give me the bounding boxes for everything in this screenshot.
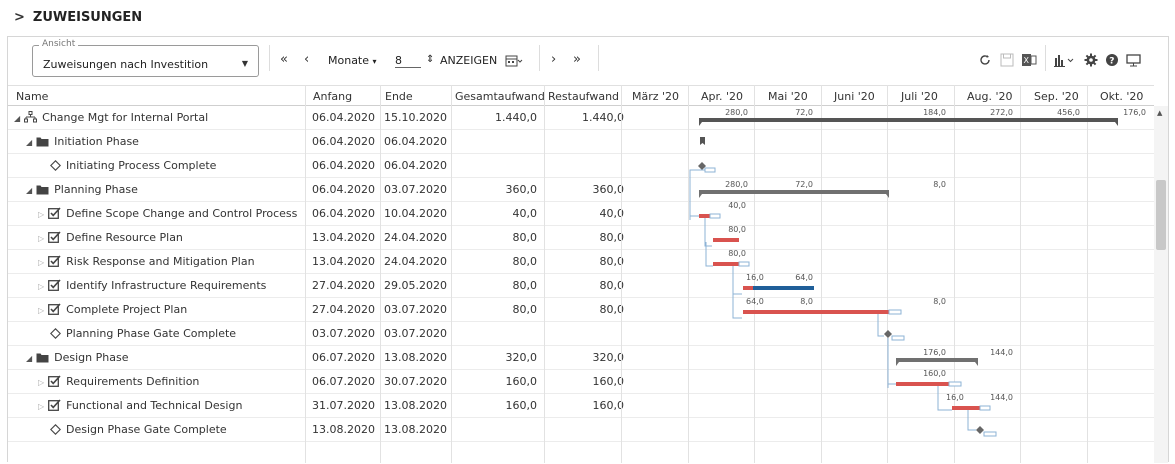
dependency-link-box[interactable]	[704, 167, 716, 173]
scroll-up-icon[interactable]: ▲	[1157, 109, 1162, 117]
gantt-value-label: 72,0	[795, 180, 813, 189]
dependency-link[interactable]	[877, 314, 884, 337]
scrollbar-thumb[interactable]	[1156, 180, 1166, 250]
gantt-value-label: 16,0	[946, 393, 964, 402]
gantt-value-label: 456,0	[1057, 108, 1080, 117]
summary-bar[interactable]	[699, 190, 889, 194]
task-bar-blue[interactable]	[753, 286, 814, 290]
dependency-link[interactable]	[689, 169, 705, 220]
dependency-link[interactable]	[732, 266, 742, 295]
gantt-value-label: 80,0	[728, 249, 746, 258]
dependency-link[interactable]	[732, 266, 742, 319]
dependency-link[interactable]	[704, 218, 712, 247]
gantt-value-label: 40,0	[728, 201, 746, 210]
gantt-value-label: 72,0	[795, 108, 813, 117]
phase-marker[interactable]	[700, 137, 705, 145]
gantt-value-label: 272,0	[990, 108, 1013, 117]
task-bar[interactable]	[743, 286, 753, 290]
gantt-value-label: 8,0	[933, 180, 946, 189]
gantt-value-label: 8,0	[800, 297, 813, 306]
dependency-link-box[interactable]	[709, 213, 721, 219]
gantt-value-label: 64,0	[746, 297, 764, 306]
dependency-link-box[interactable]	[983, 431, 997, 437]
dependency-link[interactable]	[967, 410, 976, 431]
assignments-panel: Ansicht Zuweisungen nach Investition ▼ «…	[7, 36, 1169, 463]
gantt-value-label: 176,0	[1123, 108, 1146, 117]
gantt-value-label: 144,0	[990, 393, 1013, 402]
dependency-link-box[interactable]	[979, 405, 991, 411]
dependency-link-box[interactable]	[948, 381, 962, 387]
page-title: > ZUWEISUNGEN	[14, 10, 142, 25]
dependency-link-box[interactable]	[738, 261, 750, 267]
gantt-value-label: 16,0	[746, 273, 764, 282]
task-bar[interactable]	[896, 382, 949, 386]
gantt-value-label: 80,0	[728, 225, 746, 234]
milestone-diamond[interactable]	[976, 426, 984, 434]
gantt-value-label: 8,0	[933, 297, 946, 306]
task-bar[interactable]	[952, 406, 980, 410]
task-bar[interactable]	[743, 310, 889, 314]
task-bar[interactable]	[713, 262, 739, 266]
gantt-value-label: 280,0	[725, 180, 748, 189]
page-title-text: ZUWEISUNGEN	[32, 10, 143, 25]
dependency-link-box[interactable]	[891, 335, 905, 341]
milestone-diamond[interactable]	[884, 330, 892, 338]
summary-bar[interactable]	[896, 358, 978, 362]
task-bar[interactable]	[713, 238, 739, 242]
gantt-value-label: 160,0	[923, 369, 946, 378]
gantt-value-label: 184,0	[923, 108, 946, 117]
gantt-value-label: 64,0	[795, 273, 813, 282]
gantt-chart: 280,0 72,0 184,0 272,0 456,0 176,0 280,0 72,0 8,…	[689, 108, 1146, 437]
dependency-link-box[interactable]	[888, 309, 902, 315]
summary-bar[interactable]	[699, 118, 1118, 122]
gantt-value-label: 280,0	[725, 108, 748, 117]
vertical-scrollbar[interactable]: ▲	[1154, 106, 1168, 463]
gantt-value-label: 176,0	[923, 348, 946, 357]
task-bar[interactable]	[699, 214, 710, 218]
gantt-value-label: 144,0	[990, 348, 1013, 357]
chevron-right-icon[interactable]: >	[14, 10, 25, 25]
